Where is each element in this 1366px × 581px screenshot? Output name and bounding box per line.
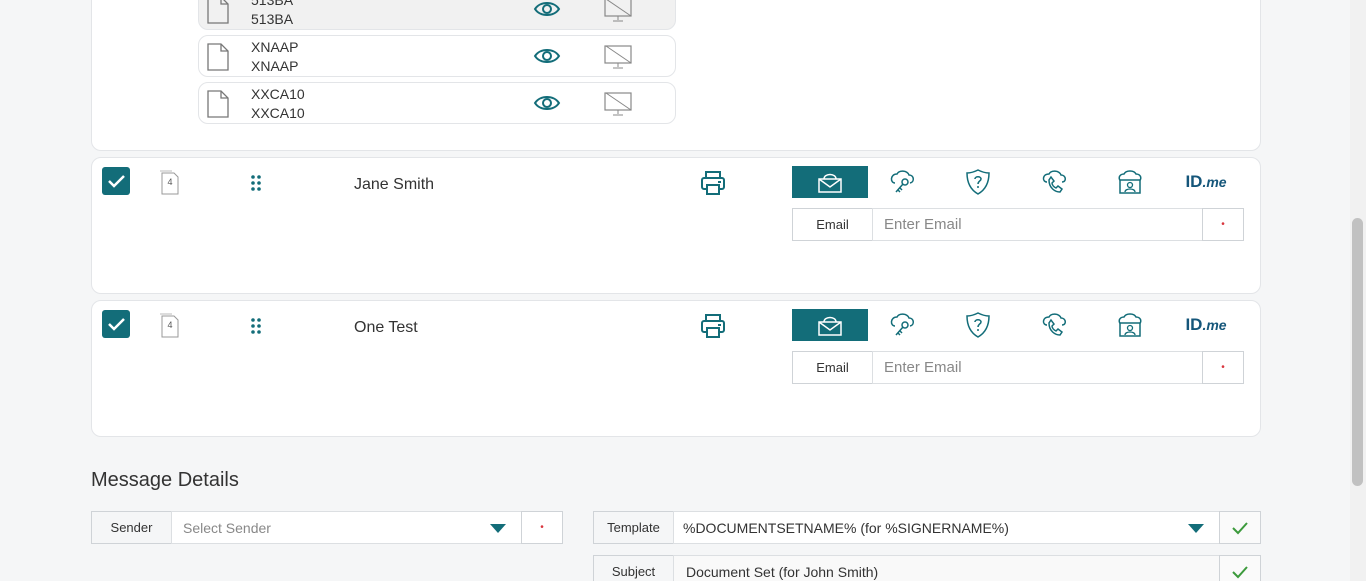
sender-label: Sender (91, 511, 172, 544)
idme-logo-me: .me (1202, 317, 1227, 333)
subject-input[interactable]: Document Set (for John Smith) (673, 555, 1220, 581)
idme-logo-me: .me (1202, 174, 1227, 190)
template-label: Template (593, 511, 674, 544)
document-row[interactable]: XXCA10 XXCA10 (198, 82, 676, 124)
page-count: 4 (167, 177, 173, 187)
document-subname: XXCA10 (251, 105, 305, 121)
key-auth-icon (890, 313, 914, 336)
phone-auth-icon (1042, 313, 1066, 336)
template-select-value: %DOCUMENTSETNAME% (for %SIGNERNAME%) (683, 519, 1009, 536)
subject-valid-indicator (1219, 555, 1261, 581)
email-input[interactable]: Enter Email (872, 351, 1203, 384)
auth-id-check-button[interactable] (1092, 166, 1168, 198)
scrollbar-thumb[interactable] (1352, 218, 1363, 486)
sender-select-value: Select Sender (183, 519, 271, 536)
file-icon (207, 90, 229, 118)
document-name: 513BA (251, 0, 294, 8)
email-auth-icon (818, 316, 842, 336)
signer-name: Jane Smith (354, 176, 435, 193)
subject-label: Subject (593, 555, 674, 581)
auth-email-button[interactable] (792, 309, 868, 341)
auth-security-question-button[interactable] (940, 166, 1016, 198)
template-valid-indicator (1219, 511, 1261, 544)
auth-idme-button[interactable]: ID.me (1168, 166, 1244, 198)
auth-phone-button[interactable] (1016, 309, 1092, 341)
checkbox-icon (108, 175, 125, 188)
shield-question-icon (966, 169, 990, 195)
email-required-indicator: • (1202, 351, 1244, 384)
signer-documents-card: 513BA 513BA XNAAP XNAAP XXCA10 XXCA10 (91, 0, 1261, 151)
signer-checkbox[interactable] (102, 167, 130, 195)
shield-question-icon (966, 312, 990, 338)
auth-phone-button[interactable] (1016, 166, 1092, 198)
email-label: Email (792, 208, 873, 241)
auth-id-check-button[interactable] (1092, 309, 1168, 341)
message-details-title: Message Details (91, 469, 239, 491)
chevron-down-icon[interactable] (490, 524, 506, 533)
checkmark-icon (1232, 565, 1248, 578)
document-row[interactable]: XNAAP XNAAP (198, 35, 676, 77)
drag-handle-icon[interactable] (249, 174, 263, 192)
checkbox-icon (108, 318, 125, 331)
auth-key-button[interactable] (864, 309, 940, 341)
eye-icon[interactable] (533, 0, 561, 19)
auth-key-button[interactable] (864, 166, 940, 198)
id-cloud-icon (1118, 170, 1142, 194)
monitor-off-icon[interactable] (603, 42, 633, 72)
auth-idme-button[interactable]: ID.me (1168, 309, 1244, 341)
chevron-down-icon[interactable] (1188, 524, 1204, 533)
file-icon (207, 0, 229, 24)
signer-checkbox[interactable] (102, 310, 130, 338)
monitor-off-icon[interactable] (603, 89, 633, 119)
drag-handle-icon[interactable] (249, 317, 263, 335)
document-subname: 513BA (251, 11, 294, 27)
email-input[interactable]: Enter Email (872, 208, 1203, 241)
signer-card: 4 One Test ID.me Email Enter Email • (91, 300, 1261, 437)
checkmark-icon (1232, 521, 1248, 534)
page-count: 4 (167, 320, 173, 330)
pages-icon: 4 (159, 313, 181, 339)
pages-icon: 4 (159, 170, 181, 196)
key-auth-icon (890, 170, 914, 193)
sender-select[interactable]: Select Sender (171, 511, 522, 544)
phone-auth-icon (1042, 170, 1066, 193)
idme-logo-id: ID (1185, 172, 1203, 191)
printer-icon[interactable] (699, 169, 727, 197)
file-icon (207, 43, 229, 71)
template-select[interactable]: %DOCUMENTSETNAME% (for %SIGNERNAME%) (673, 511, 1220, 544)
document-name: XNAAP (251, 39, 299, 55)
email-label: Email (792, 351, 873, 384)
email-required-indicator: • (1202, 208, 1244, 241)
signer-name: One Test (354, 319, 418, 336)
idme-logo: ID.me (1185, 172, 1226, 192)
auth-email-button[interactable] (792, 166, 868, 198)
eye-icon[interactable] (533, 46, 561, 66)
auth-security-question-button[interactable] (940, 309, 1016, 341)
sender-required-indicator: • (521, 511, 563, 544)
printer-icon[interactable] (699, 312, 727, 340)
document-row[interactable]: 513BA 513BA (198, 0, 676, 30)
eye-icon[interactable] (533, 93, 561, 113)
monitor-off-icon[interactable] (603, 0, 633, 25)
email-auth-icon (818, 173, 842, 193)
idme-logo-id: ID (1185, 315, 1203, 334)
signer-card: 4 Jane Smith ID.me Email Enter Email • (91, 157, 1261, 294)
idme-logo: ID.me (1185, 315, 1226, 335)
document-name: XXCA10 (251, 86, 305, 102)
id-cloud-icon (1118, 313, 1142, 337)
document-subname: XNAAP (251, 58, 299, 74)
